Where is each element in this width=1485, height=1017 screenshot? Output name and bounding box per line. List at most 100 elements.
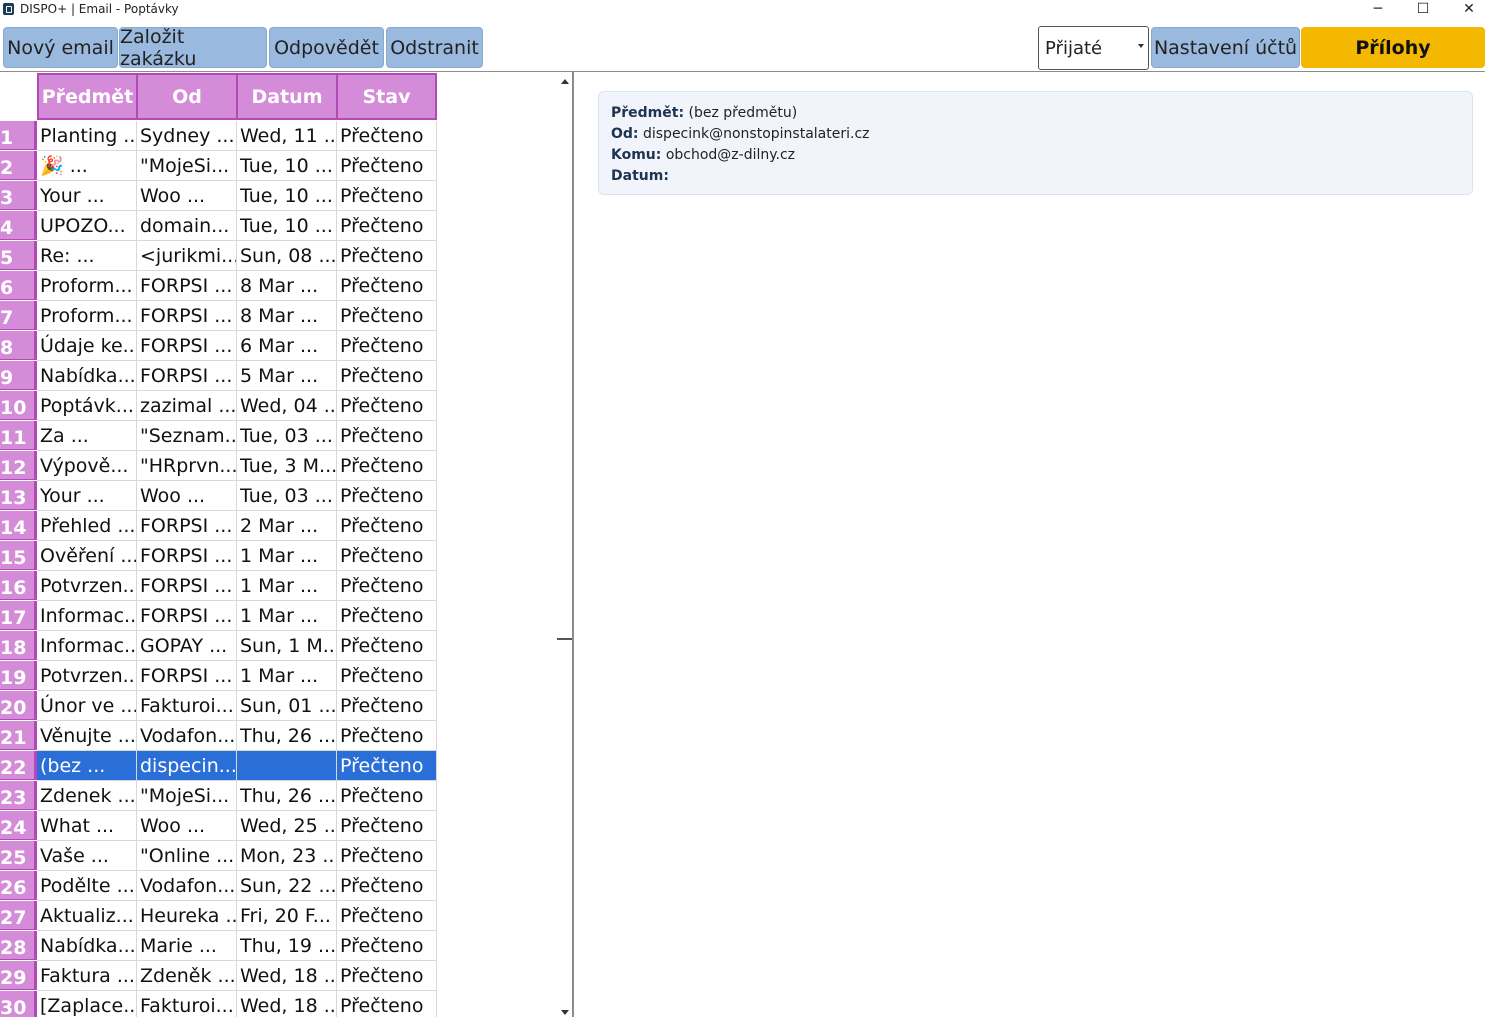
cell-status[interactable]: Přečteno bbox=[337, 901, 437, 931]
cell-from[interactable]: Vodafon... bbox=[137, 871, 237, 901]
cell-status[interactable]: Přečteno bbox=[337, 721, 437, 751]
close-icon[interactable]: ✕ bbox=[1446, 0, 1485, 22]
cell-subject[interactable]: [Zaplace... bbox=[37, 991, 137, 1017]
cell-date[interactable]: Tue, 10 ... bbox=[237, 211, 337, 241]
cell-subject[interactable]: Za ... bbox=[37, 421, 137, 451]
cell-from[interactable]: dispecin... bbox=[137, 751, 237, 781]
cell-status[interactable]: Přečteno bbox=[337, 601, 437, 631]
cell-from[interactable]: GOPAY ... bbox=[137, 631, 237, 661]
cell-subject[interactable]: What ... bbox=[37, 811, 137, 841]
cell-date[interactable]: Tue, 10 ... bbox=[237, 151, 337, 181]
cell-from[interactable]: "Online ... bbox=[137, 841, 237, 871]
cell-status[interactable]: Přečteno bbox=[337, 391, 437, 421]
cell-subject[interactable]: Poptávk... bbox=[37, 391, 137, 421]
cell-from[interactable]: Sydney ... bbox=[137, 121, 237, 151]
table-row[interactable]: 2 🎉 ... "MojeSi... Tue, 10 ... Přečteno bbox=[0, 151, 437, 181]
row-number[interactable]: 20 bbox=[0, 691, 37, 720]
table-row[interactable]: 4 UPOZO... domain... Tue, 10 ... Přečteno bbox=[0, 211, 437, 241]
pane-splitter[interactable] bbox=[572, 72, 574, 1017]
cell-date[interactable]: 2 Mar ... bbox=[237, 511, 337, 541]
cell-status[interactable]: Přečteno bbox=[337, 181, 437, 211]
cell-date[interactable]: 8 Mar ... bbox=[237, 271, 337, 301]
row-number[interactable]: 22 bbox=[0, 751, 37, 780]
row-number[interactable]: 26 bbox=[0, 871, 37, 900]
cell-subject[interactable]: Your ... bbox=[37, 181, 137, 211]
row-number[interactable]: 11 bbox=[0, 421, 37, 450]
cell-subject[interactable]: Únor ve ... bbox=[37, 691, 137, 721]
row-number[interactable]: 7 bbox=[0, 301, 37, 330]
cell-subject[interactable]: Ověření ... bbox=[37, 541, 137, 571]
cell-from[interactable]: "MojeSi... bbox=[137, 781, 237, 811]
row-number[interactable]: 8 bbox=[0, 331, 37, 360]
cell-status[interactable]: Přečteno bbox=[337, 811, 437, 841]
table-row[interactable]: 25 Vaše ... "Online ... Mon, 23 ... Přečteno bbox=[0, 841, 437, 871]
table-row[interactable]: 13 Your ... Woo ... Tue, 03 ... Přečteno bbox=[0, 481, 437, 511]
cell-status[interactable]: Přečteno bbox=[337, 961, 437, 991]
cell-subject[interactable]: Věnujte ... bbox=[37, 721, 137, 751]
cell-from[interactable]: domain... bbox=[137, 211, 237, 241]
cell-date[interactable]: Tue, 03 ... bbox=[237, 421, 337, 451]
cell-date[interactable]: Tue, 10 ... bbox=[237, 181, 337, 211]
cell-subject[interactable]: Planting ... bbox=[37, 121, 137, 151]
cell-date[interactable]: Sun, 01 ... bbox=[237, 691, 337, 721]
new-email-button[interactable]: Nový email bbox=[3, 27, 118, 68]
table-row[interactable]: 17 Informac... FORPSI ... 1 Mar ... Přečteno bbox=[0, 601, 437, 631]
column-header-date[interactable]: Datum bbox=[236, 73, 338, 120]
row-number[interactable]: 18 bbox=[0, 631, 37, 660]
row-number[interactable]: 30 bbox=[0, 991, 37, 1017]
cell-status[interactable]: Přečteno bbox=[337, 631, 437, 661]
cell-date[interactable]: Sun, 22 ... bbox=[237, 871, 337, 901]
table-row[interactable]: 9 Nabídka... FORPSI ... 5 Mar ... Přečteno bbox=[0, 361, 437, 391]
cell-date[interactable]: Wed, 18 ... bbox=[237, 961, 337, 991]
cell-from[interactable]: Fakturoi... bbox=[137, 991, 237, 1017]
folder-select[interactable]: Přijaté bbox=[1038, 26, 1149, 70]
cell-status[interactable]: Přečteno bbox=[337, 691, 437, 721]
table-row[interactable]: 21 Věnujte ... Vodafon... Thu, 26 ... Přečte… bbox=[0, 721, 437, 751]
cell-subject[interactable]: Nabídka... bbox=[37, 361, 137, 391]
cell-from[interactable]: FORPSI ... bbox=[137, 541, 237, 571]
cell-subject[interactable]: Your ... bbox=[37, 481, 137, 511]
row-number[interactable]: 23 bbox=[0, 781, 37, 810]
table-row[interactable]: 20 Únor ve ... Fakturoi... Sun, 01 ... Přečt… bbox=[0, 691, 437, 721]
row-number[interactable]: 15 bbox=[0, 541, 37, 570]
scroll-down-icon[interactable] bbox=[561, 1010, 569, 1015]
cell-date[interactable]: Thu, 19 ... bbox=[237, 931, 337, 961]
table-row[interactable]: 23 Zdenek ... "MojeSi... Thu, 26 ... Přečten… bbox=[0, 781, 437, 811]
row-number[interactable]: 5 bbox=[0, 241, 37, 270]
row-number[interactable]: 10 bbox=[0, 391, 37, 420]
cell-subject[interactable]: Aktualiz... bbox=[37, 901, 137, 931]
cell-date[interactable]: 1 Mar ... bbox=[237, 601, 337, 631]
delete-button[interactable]: Odstranit bbox=[386, 27, 483, 68]
cell-status[interactable]: Přečteno bbox=[337, 871, 437, 901]
scroll-up-icon[interactable] bbox=[561, 79, 569, 84]
cell-from[interactable]: FORPSI ... bbox=[137, 571, 237, 601]
cell-from[interactable]: FORPSI ... bbox=[137, 301, 237, 331]
cell-from[interactable]: "Seznam... bbox=[137, 421, 237, 451]
table-row[interactable]: 18 Informac... GOPAY ... Sun, 1 M... Přečten… bbox=[0, 631, 437, 661]
row-number[interactable]: 19 bbox=[0, 661, 37, 690]
reply-button[interactable]: Odpovědět bbox=[269, 27, 384, 68]
row-number[interactable]: 14 bbox=[0, 511, 37, 540]
cell-status[interactable]: Přečteno bbox=[337, 121, 437, 151]
cell-from[interactable]: FORPSI ... bbox=[137, 661, 237, 691]
cell-from[interactable]: zazimal ... bbox=[137, 391, 237, 421]
cell-date[interactable]: Tue, 3 M... bbox=[237, 451, 337, 481]
row-number[interactable]: 1 bbox=[0, 121, 37, 150]
cell-date[interactable]: 6 Mar ... bbox=[237, 331, 337, 361]
cell-status[interactable]: Přečteno bbox=[337, 781, 437, 811]
table-row[interactable]: 10 Poptávk... zazimal ... Wed, 04 ... Přečte… bbox=[0, 391, 437, 421]
cell-from[interactable]: Woo ... bbox=[137, 181, 237, 211]
cell-from[interactable]: <jurikmi... bbox=[137, 241, 237, 271]
cell-from[interactable]: "MojeSi... bbox=[137, 151, 237, 181]
cell-date[interactable]: Thu, 26 ... bbox=[237, 781, 337, 811]
cell-status[interactable]: Přečteno bbox=[337, 991, 437, 1017]
cell-status[interactable]: Přečteno bbox=[337, 211, 437, 241]
cell-subject[interactable]: Faktura ... bbox=[37, 961, 137, 991]
table-row[interactable]: 15 Ověření ... FORPSI ... 1 Mar ... Přečteno bbox=[0, 541, 437, 571]
cell-date[interactable]: Thu, 26 ... bbox=[237, 721, 337, 751]
cell-status[interactable]: Přečteno bbox=[337, 481, 437, 511]
maximize-icon[interactable]: ☐ bbox=[1400, 0, 1446, 22]
column-header-status[interactable]: Stav bbox=[336, 73, 437, 120]
table-row[interactable]: 28 Nabídka... Marie ... Thu, 19 ... Přečteno bbox=[0, 931, 437, 961]
cell-status[interactable]: Přečteno bbox=[337, 271, 437, 301]
